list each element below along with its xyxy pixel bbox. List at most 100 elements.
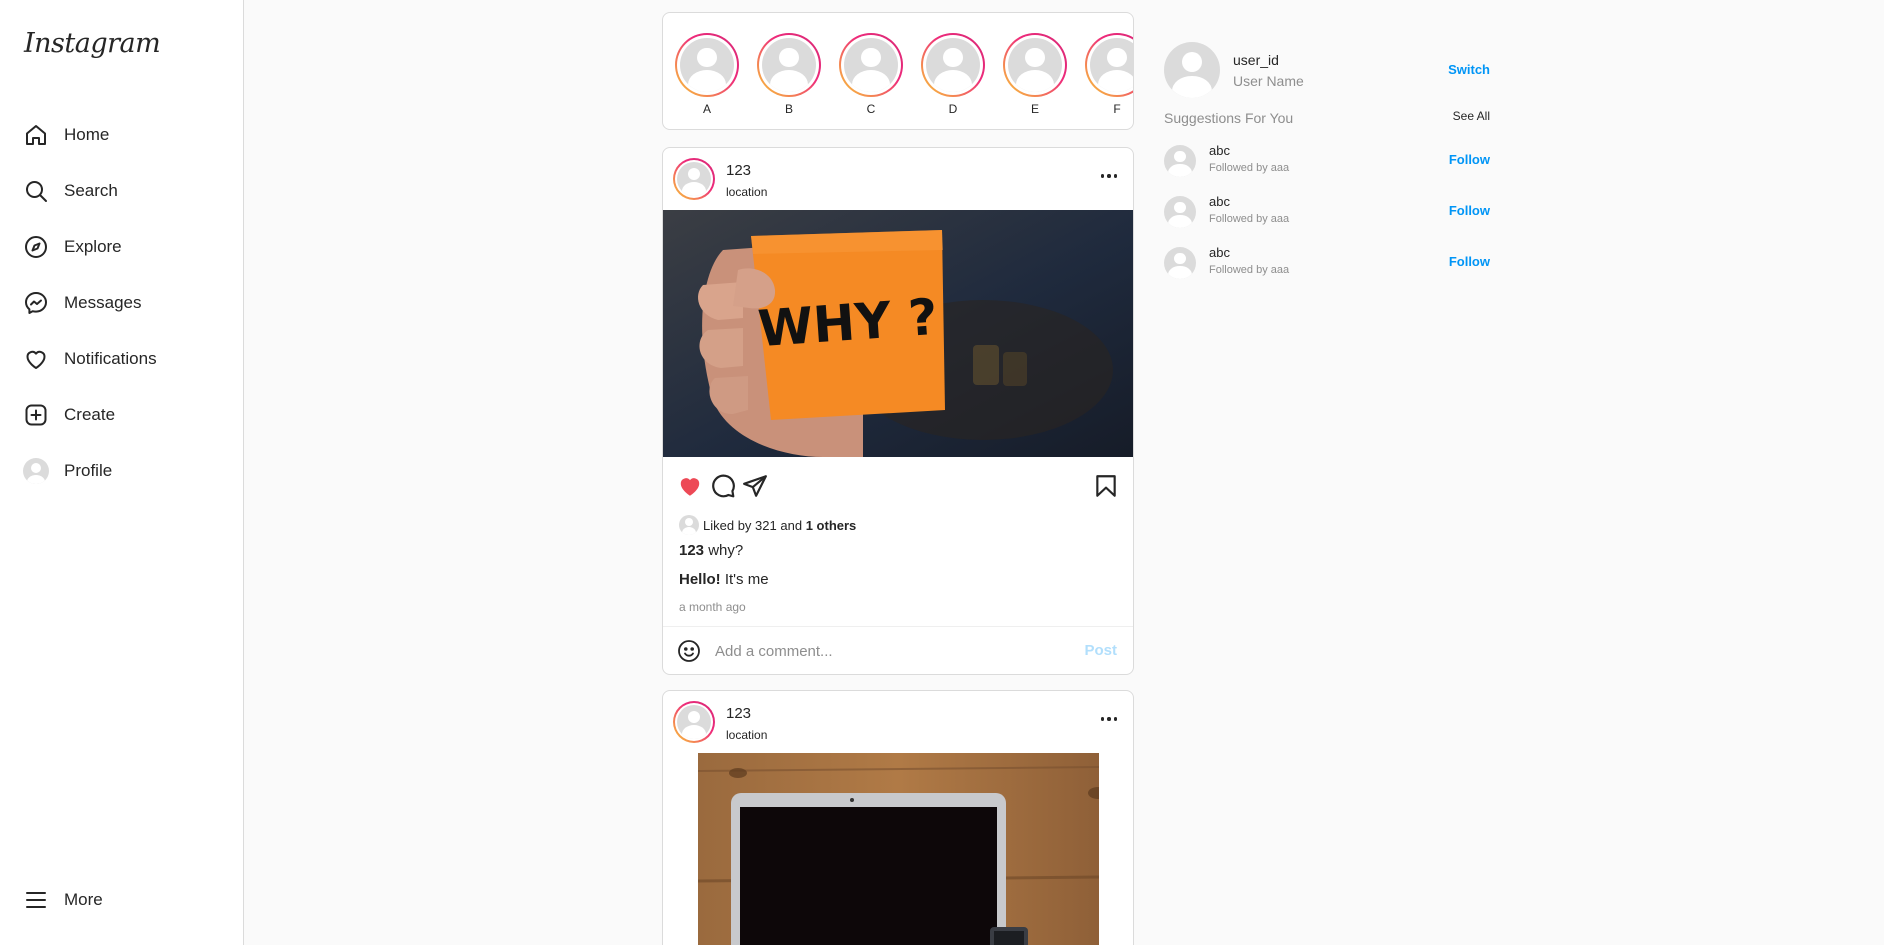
- like-icon[interactable]: [677, 473, 705, 501]
- suggestion-item: abc Followed by aaa Follow: [1164, 243, 1490, 283]
- nav-notifications-label: Notifications: [64, 349, 157, 368]
- story-ring: [921, 33, 985, 97]
- switch-account-button[interactable]: Switch: [1448, 62, 1490, 77]
- post-timestamp[interactable]: a month ago: [679, 600, 746, 614]
- likes-others[interactable]: 1 others: [806, 518, 857, 533]
- likes-joiner: and: [780, 517, 803, 533]
- post-author-ring[interactable]: [673, 701, 715, 743]
- suggestion-subtitle: Followed by aaa: [1209, 264, 1290, 276]
- more-options-icon[interactable]: [1097, 164, 1121, 188]
- story-item[interactable]: A: [675, 33, 739, 116]
- suggestion-username[interactable]: abc: [1209, 194, 1230, 209]
- likes-prefix: Liked by: [703, 517, 752, 533]
- post-username[interactable]: 123: [726, 705, 751, 722]
- post-photo-laptop: [698, 753, 1099, 945]
- suggestions-title: Suggestions For You: [1164, 110, 1294, 126]
- suggestion-username[interactable]: abc: [1209, 143, 1230, 158]
- current-user-id[interactable]: user_id: [1233, 52, 1279, 68]
- nav-explore-label: Explore: [64, 237, 122, 256]
- post-header: 123 location: [663, 691, 1133, 753]
- heart-icon: [22, 345, 50, 373]
- stories-tray: A B C D E F: [662, 12, 1134, 130]
- menu-icon: [22, 886, 50, 914]
- see-all-link[interactable]: See All: [1453, 109, 1490, 123]
- likes-user[interactable]: 321: [755, 518, 777, 533]
- post-image[interactable]: WHY ?: [663, 210, 1133, 457]
- comment-username[interactable]: Hello!: [679, 571, 721, 588]
- nav-messages-label: Messages: [64, 293, 142, 312]
- plus-square-icon: [22, 401, 50, 429]
- nav-search[interactable]: Search: [22, 171, 232, 211]
- avatar: [1008, 38, 1062, 92]
- emoji-icon[interactable]: [677, 639, 701, 668]
- avatar[interactable]: [1164, 42, 1220, 98]
- nav-explore[interactable]: Explore: [22, 227, 232, 267]
- nav-more-label: More: [64, 890, 103, 909]
- suggestion-username[interactable]: abc: [1209, 245, 1230, 260]
- nav-create-label: Create: [64, 405, 116, 424]
- comment-icon[interactable]: [710, 473, 738, 501]
- messenger-icon: [22, 289, 50, 317]
- story-item[interactable]: F: [1085, 33, 1133, 116]
- story-name: F: [1113, 102, 1121, 116]
- nav-profile[interactable]: Profile: [22, 451, 232, 491]
- post-author-ring[interactable]: [673, 158, 715, 200]
- home-icon: [22, 121, 50, 149]
- avatar[interactable]: [1164, 145, 1196, 177]
- post-image[interactable]: [698, 753, 1099, 945]
- suggestion-subtitle: Followed by aaa: [1209, 162, 1290, 174]
- instagram-logo[interactable]: Instagram: [24, 28, 161, 59]
- avatar[interactable]: [1164, 196, 1196, 228]
- more-options-icon[interactable]: [1097, 707, 1121, 731]
- story-name: D: [948, 102, 958, 116]
- post-location[interactable]: location: [726, 728, 767, 742]
- story-ring: [1003, 33, 1067, 97]
- story-ring: [839, 33, 903, 97]
- post-comment-button[interactable]: Post: [1084, 642, 1117, 659]
- post-location[interactable]: location: [726, 185, 767, 199]
- nav-home[interactable]: Home: [22, 115, 232, 155]
- post-card: 123 location WHY ? Liked by 321 and 1 ot…: [662, 147, 1134, 675]
- nav-notifications[interactable]: Notifications: [22, 339, 232, 379]
- story-name: E: [1030, 102, 1039, 116]
- nav-create[interactable]: Create: [22, 395, 232, 435]
- story-name: C: [866, 102, 876, 116]
- post-actions: [663, 457, 1133, 513]
- current-user-name: User Name: [1233, 73, 1304, 89]
- bookmark-icon[interactable]: [1093, 473, 1121, 501]
- story-item[interactable]: E: [1003, 33, 1067, 116]
- avatar[interactable]: [1164, 247, 1196, 279]
- story-ring: [757, 33, 821, 97]
- story-item[interactable]: D: [921, 33, 985, 116]
- avatar: [926, 38, 980, 92]
- follow-button[interactable]: Follow: [1449, 152, 1490, 167]
- avatar: [762, 38, 816, 92]
- avatar: [844, 38, 898, 92]
- avatar: [680, 38, 734, 92]
- comment-text: It's me: [724, 571, 769, 588]
- story-item[interactable]: B: [757, 33, 821, 116]
- avatar: [677, 705, 711, 739]
- post-card: 123 location: [662, 690, 1134, 945]
- comment-input[interactable]: [715, 639, 1055, 663]
- story-ring: [675, 33, 739, 97]
- avatar: [679, 515, 699, 535]
- story-item[interactable]: C: [839, 33, 903, 116]
- avatar: [1090, 38, 1133, 92]
- nav-home-label: Home: [64, 125, 110, 144]
- compass-icon: [22, 233, 50, 261]
- avatar: [23, 458, 49, 484]
- sidebar: Instagram Home Search Explore Messages N…: [0, 0, 244, 945]
- caption-username[interactable]: 123: [679, 542, 704, 559]
- follow-button[interactable]: Follow: [1449, 254, 1490, 269]
- post-comment: Hello! It's me: [679, 571, 769, 588]
- nav-profile-label: Profile: [64, 461, 113, 480]
- follow-button[interactable]: Follow: [1449, 203, 1490, 218]
- nav-messages[interactable]: Messages: [22, 283, 232, 323]
- story-ring: [1085, 33, 1133, 97]
- nav-more[interactable]: More: [22, 880, 232, 920]
- caption-text: why?: [708, 542, 744, 559]
- share-icon[interactable]: [742, 473, 770, 501]
- story-name: B: [784, 102, 793, 116]
- post-username[interactable]: 123: [726, 162, 751, 179]
